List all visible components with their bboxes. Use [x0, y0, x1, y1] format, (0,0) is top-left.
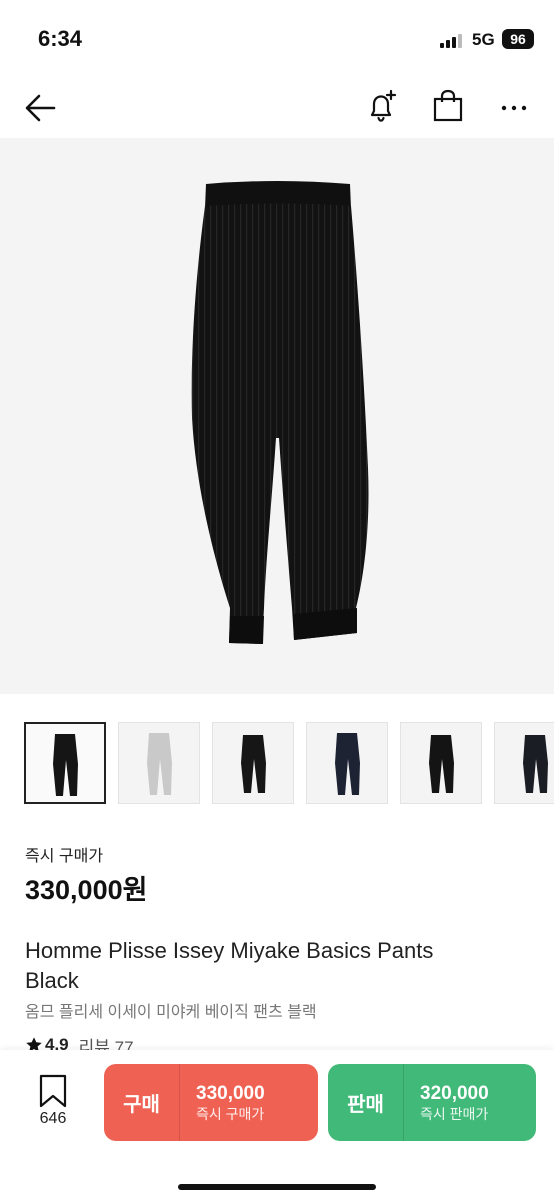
sell-label: 판매 [328, 1064, 404, 1141]
sell-button[interactable]: 판매 320,000 즉시 판매가 [328, 1064, 536, 1141]
home-indicator [178, 1184, 376, 1190]
shopping-bag-icon[interactable] [428, 86, 468, 126]
wishlist-button[interactable]: 646 [28, 1074, 78, 1134]
wish-count: 646 [39, 1110, 67, 1127]
thumbnail-5[interactable] [400, 722, 482, 804]
buy-sub: 즉시 구매가 [196, 1105, 265, 1122]
battery-icon: 96 [502, 29, 534, 49]
thumbnail-3[interactable] [212, 722, 294, 804]
bottom-action-bar: 646 구매 330,000 즉시 구매가 판매 320,000 즉시 판매가 [0, 1050, 554, 1200]
product-title: Homme Plisse Issey Miyake Basics Pants B… [25, 938, 434, 993]
bookmark-icon [39, 1074, 67, 1108]
buy-button[interactable]: 구매 330,000 즉시 구매가 [104, 1064, 318, 1141]
thumbnail-strip [0, 720, 554, 808]
signal-icon [440, 32, 464, 48]
buy-price: 330,000 [196, 1082, 265, 1104]
arrow-left-icon[interactable] [22, 88, 62, 128]
buy-label: 구매 [104, 1064, 180, 1141]
price-value: 330,000원 [25, 875, 148, 905]
product-image[interactable] [0, 138, 554, 694]
status-bar: 6:34 5G 96 [0, 0, 554, 80]
thumbnail-4[interactable] [306, 722, 388, 804]
top-nav [0, 80, 554, 136]
thumbnail-6[interactable] [494, 722, 554, 804]
sell-price: 320,000 [420, 1082, 489, 1104]
sell-sub: 즉시 판매가 [420, 1105, 489, 1122]
product-subtitle: 옴므 플리세 이세이 미야케 베이직 팬츠 블랙 [25, 1004, 317, 1021]
thumbnail-1[interactable] [24, 722, 106, 804]
status-time: 6:34 [38, 26, 83, 51]
price-label: 즉시 구매가 [25, 848, 104, 865]
bell-plus-icon[interactable] [362, 86, 402, 126]
network-label: 5G [472, 30, 495, 49]
thumbnail-2[interactable] [118, 722, 200, 804]
more-horizontal-icon[interactable] [494, 86, 534, 126]
